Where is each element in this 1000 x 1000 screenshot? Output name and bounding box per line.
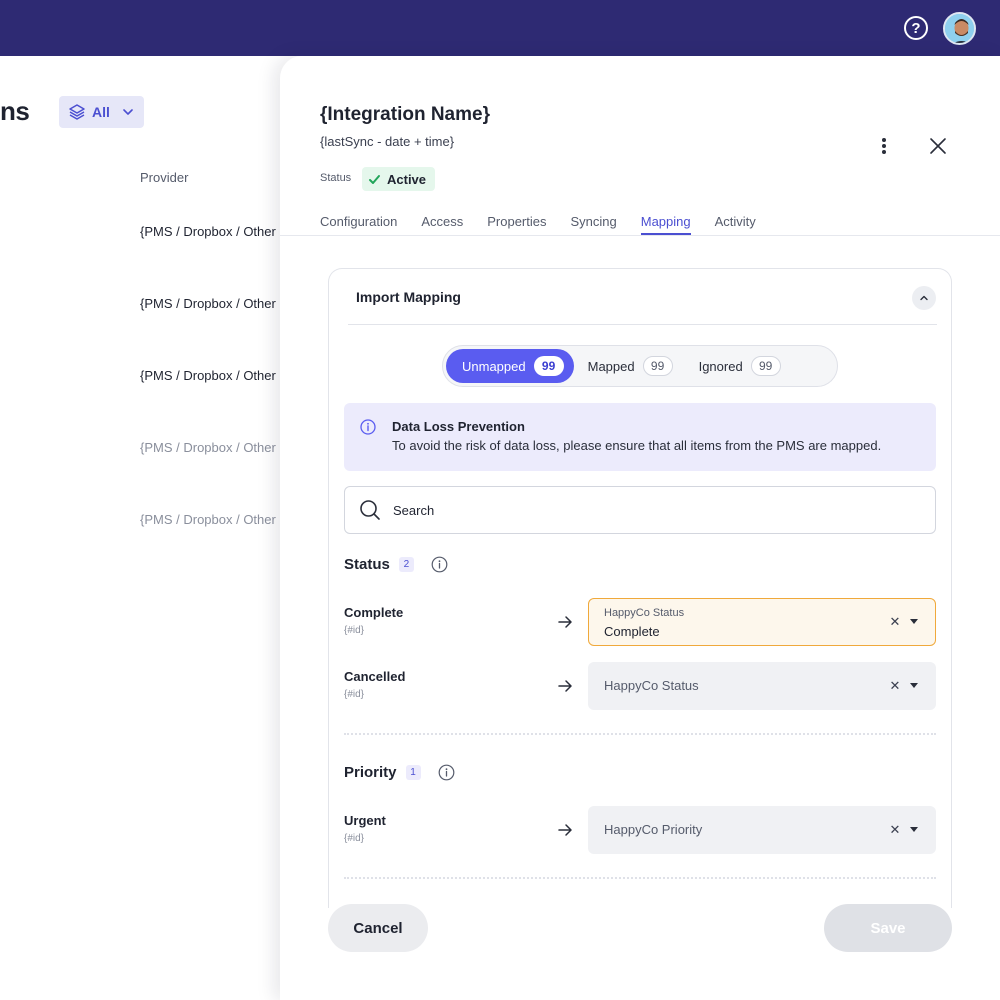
tab-access[interactable]: Access bbox=[421, 214, 463, 235]
group-count-badge: 1 bbox=[405, 765, 421, 780]
clear-icon[interactable]: ✕ bbox=[888, 614, 902, 629]
drawer-title: {Integration Name} bbox=[320, 104, 490, 125]
provider-cell: {PMS / Dropbox / Other bbox=[140, 512, 276, 527]
group-count-badge: 2 bbox=[398, 557, 414, 572]
arrow-right-icon bbox=[558, 824, 572, 836]
mapping-row-cancelled: Cancelled {#id} HappyCo Status ✕ bbox=[344, 662, 936, 710]
tab-activity[interactable]: Activity bbox=[715, 214, 756, 235]
help-icon[interactable]: ? bbox=[904, 16, 928, 40]
filter-chip-label: All bbox=[92, 104, 110, 120]
filter-all-chip[interactable]: All bbox=[59, 96, 144, 128]
search-field[interactable] bbox=[344, 486, 936, 534]
arrow-right-icon bbox=[558, 680, 572, 692]
segment-label: Unmapped bbox=[462, 358, 526, 374]
collapse-button[interactable] bbox=[912, 286, 936, 310]
mapping-row-complete: Complete {#id} HappyCo Status Complete ✕ bbox=[344, 598, 936, 646]
segment-label: Mapped bbox=[587, 358, 635, 374]
select-value: Complete bbox=[604, 624, 660, 639]
check-icon bbox=[369, 174, 380, 184]
import-mapping-card: Import Mapping Unmapped 99 Mapped 99 Ign… bbox=[328, 268, 952, 908]
status-value: Active bbox=[387, 171, 427, 187]
group-separator bbox=[344, 733, 936, 735]
arrow-right-icon bbox=[558, 616, 572, 628]
select-placeholder: HappyCo Status bbox=[604, 678, 699, 693]
integration-drawer: {Integration Name} {lastSync - date + ti… bbox=[280, 56, 1000, 1000]
card-title: Import Mapping bbox=[356, 289, 461, 305]
search-icon bbox=[360, 500, 380, 520]
caret-down-icon[interactable] bbox=[910, 827, 918, 832]
tabs-divider bbox=[280, 235, 1000, 236]
provider-cell: {PMS / Dropbox / Other bbox=[140, 296, 276, 311]
source-item-name: Complete bbox=[344, 605, 404, 620]
mapping-filter-segmented-control: Unmapped 99 Mapped 99 Ignored 99 bbox=[442, 345, 838, 387]
source-item-name: Urgent bbox=[344, 813, 386, 828]
chevron-down-icon bbox=[123, 109, 133, 115]
data-loss-alert: Data Loss Prevention To avoid the risk o… bbox=[344, 403, 936, 471]
happyco-status-select[interactable]: HappyCo Status Complete ✕ bbox=[588, 598, 936, 646]
more-options-icon[interactable] bbox=[876, 136, 892, 156]
source-item-id: {#id} bbox=[344, 689, 365, 700]
segment-label: Ignored bbox=[698, 358, 743, 374]
source-item-id: {#id} bbox=[344, 833, 365, 844]
group-header-priority: Priority 1 bbox=[344, 764, 455, 781]
source-item-id: {#id} bbox=[344, 625, 365, 636]
tab-mapping[interactable]: Mapping bbox=[640, 214, 691, 235]
segment-count: 99 bbox=[642, 356, 673, 376]
tab-properties[interactable]: Properties bbox=[487, 214, 546, 235]
page-title-fragment: ns bbox=[0, 96, 30, 126]
close-icon[interactable] bbox=[928, 136, 948, 156]
chevron-up-icon bbox=[920, 295, 928, 301]
provider-cell: {PMS / Dropbox / Other bbox=[140, 368, 276, 383]
group-name: Priority bbox=[344, 764, 397, 781]
status-badge: Active bbox=[362, 167, 436, 191]
save-button[interactable]: Save bbox=[824, 904, 952, 952]
card-divider bbox=[348, 324, 937, 325]
search-input[interactable] bbox=[393, 502, 893, 518]
clear-icon[interactable]: ✕ bbox=[888, 822, 902, 837]
alert-title: Data Loss Prevention bbox=[392, 419, 525, 434]
provider-cell: {PMS / Dropbox / Other bbox=[140, 440, 276, 455]
segment-mapped[interactable]: Mapped 99 bbox=[574, 349, 685, 383]
info-icon bbox=[360, 419, 376, 435]
status-label: Status bbox=[320, 172, 352, 184]
top-navigation-bar: ? bbox=[0, 0, 1000, 56]
group-header-status: Status 2 bbox=[344, 556, 448, 573]
info-icon[interactable] bbox=[438, 764, 455, 781]
user-avatar[interactable] bbox=[943, 12, 976, 45]
caret-down-icon[interactable] bbox=[910, 683, 918, 688]
clear-icon[interactable]: ✕ bbox=[888, 678, 902, 693]
segment-ignored[interactable]: Ignored 99 bbox=[685, 349, 793, 383]
happyco-priority-select[interactable]: HappyCo Priority ✕ bbox=[588, 806, 936, 854]
drawer-tabs: Configuration Access Properties Syncing … bbox=[320, 214, 780, 235]
happyco-status-select[interactable]: HappyCo Status ✕ bbox=[588, 662, 936, 710]
info-icon[interactable] bbox=[431, 556, 448, 573]
mapping-row-urgent: Urgent {#id} HappyCo Priority ✕ bbox=[344, 806, 936, 854]
segment-count: 99 bbox=[533, 356, 564, 376]
cancel-button[interactable]: Cancel bbox=[328, 904, 428, 952]
tab-syncing[interactable]: Syncing bbox=[570, 214, 616, 235]
avatar-image bbox=[945, 14, 974, 43]
last-sync-text: {lastSync - date + time} bbox=[320, 134, 455, 149]
provider-column-header: Provider bbox=[140, 170, 189, 185]
tab-configuration[interactable]: Configuration bbox=[320, 214, 397, 235]
select-placeholder: HappyCo Priority bbox=[604, 822, 703, 837]
group-name: Status bbox=[344, 556, 390, 573]
segment-count: 99 bbox=[750, 356, 781, 376]
source-item-name: Cancelled bbox=[344, 669, 406, 684]
layers-icon bbox=[69, 104, 85, 120]
provider-cell: {PMS / Dropbox / Other bbox=[140, 224, 276, 239]
caret-down-icon[interactable] bbox=[910, 619, 918, 624]
alert-body: To avoid the risk of data loss, please e… bbox=[392, 438, 882, 453]
select-floating-label: HappyCo Status bbox=[604, 607, 685, 619]
segment-unmapped[interactable]: Unmapped 99 bbox=[446, 349, 574, 383]
group-separator bbox=[344, 877, 936, 879]
